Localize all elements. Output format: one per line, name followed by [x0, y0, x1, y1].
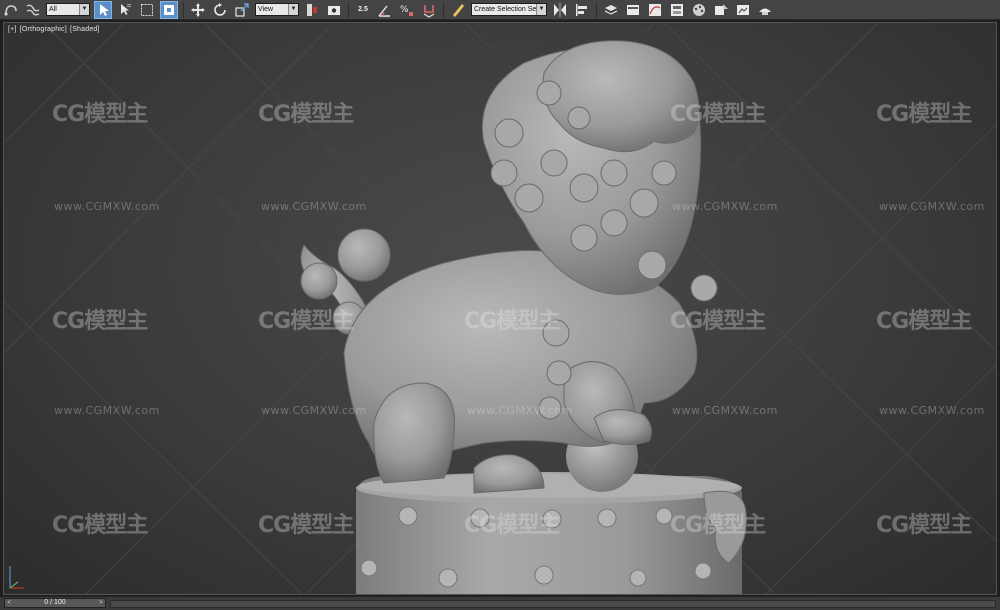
chevron-down-icon: ▼ [288, 4, 298, 15]
timeline-bar: < 0 / 100 > [0, 596, 1000, 610]
rotate-icon[interactable] [211, 1, 229, 19]
toolbar-separator [443, 1, 444, 18]
named-selection-dropdown[interactable]: Create Selection Se ▼ [471, 3, 547, 16]
watermark-logo: CG模型主 [670, 309, 766, 334]
render-icon[interactable] [756, 1, 774, 19]
rendered-frame-icon[interactable] [734, 1, 752, 19]
viewport-label[interactable]: [+] [Orthographic] [Shaded] [8, 26, 101, 33]
edit-named-selection-icon[interactable] [449, 1, 467, 19]
align-icon[interactable] [573, 1, 591, 19]
percent-snap-icon[interactable]: % [398, 1, 416, 19]
watermark-url: www.CGMXW.com [672, 404, 778, 417]
material-editor-icon[interactable] [690, 1, 708, 19]
watermark-logo: CG模型主 [52, 102, 148, 127]
reference-coord-dropdown[interactable]: View ▼ [255, 3, 299, 16]
chevron-down-icon: ▼ [536, 4, 546, 15]
viewport-menu-plus[interactable]: [+] [8, 26, 17, 33]
chevron-down-icon: ▼ [79, 4, 89, 15]
select-object-icon[interactable] [94, 0, 112, 19]
svg-text:%: % [400, 5, 409, 15]
named-selection-value: Create Selection Se [474, 6, 537, 13]
selection-filter-value: All [49, 6, 57, 13]
timeline-track[interactable] [110, 600, 996, 608]
rect-selection-icon[interactable] [138, 1, 156, 19]
watermark-url: www.CGMXW.com [54, 404, 160, 417]
main-toolbar: All ▼ View ▼ 2.5 % Create Selection Se ▼ [0, 0, 1000, 20]
watermark-url: www.CGMXW.com [672, 200, 778, 213]
watermark-url: www.CGMXW.com [261, 200, 367, 213]
watermark-logo: CG模型主 [52, 309, 148, 334]
spinner-snap-icon[interactable] [420, 1, 438, 19]
watermark-logo: CG模型主 [876, 513, 972, 538]
angle-snap-icon[interactable] [376, 1, 394, 19]
move-icon[interactable] [189, 1, 207, 19]
keyboard-shortcut-icon[interactable] [325, 1, 343, 19]
ribbon-icon[interactable] [624, 1, 642, 19]
layer-manager-icon[interactable] [602, 1, 620, 19]
next-frame-button[interactable]: > [97, 599, 105, 607]
select-link-icon[interactable] [2, 1, 20, 19]
watermark-url: www.CGMXW.com [467, 404, 573, 417]
watermark-logo: CG模型主 [670, 102, 766, 127]
watermark-logo: CG模型主 [464, 309, 560, 334]
toolbar-separator [348, 1, 349, 18]
watermark-url: www.CGMXW.com [54, 200, 160, 213]
snap-toggle-icon[interactable]: 2.5 [354, 1, 372, 19]
watermark-url: www.CGMXW.com [879, 200, 985, 213]
toolbar-separator [596, 1, 597, 18]
watermark-logo: CG模型主 [258, 102, 354, 127]
watermark-logo: CG模型主 [464, 513, 560, 538]
scale-icon[interactable] [233, 1, 251, 19]
render-setup-icon[interactable] [712, 1, 730, 19]
toolbar-separator [183, 1, 184, 18]
viewport-shading-menu[interactable]: [Shaded] [70, 26, 100, 33]
select-by-name-icon[interactable] [116, 1, 134, 19]
viewport-view-menu[interactable]: [Orthographic] [20, 26, 67, 33]
mirror-icon[interactable] [551, 1, 569, 19]
axis-gizmo-icon [9, 566, 24, 589]
watermark-url: www.CGMXW.com [879, 404, 985, 417]
reference-coord-value: View [258, 6, 274, 13]
curve-editor-icon[interactable] [646, 1, 664, 19]
time-slider[interactable]: < 0 / 100 > [4, 598, 106, 608]
lion-sculpture [300, 40, 718, 494]
schematic-view-icon[interactable] [668, 1, 686, 19]
watermark-url: www.CGMXW.com [261, 404, 367, 417]
watermark-logo: CG模型主 [876, 102, 972, 127]
perspective-viewport[interactable]: [+] [Orthographic] [Shaded] CG模型主 CG模型主 … [3, 22, 997, 595]
frame-display: 0 / 100 [44, 599, 66, 606]
pivot-icon[interactable] [303, 1, 321, 19]
selection-filter-dropdown[interactable]: All ▼ [46, 3, 90, 16]
watermark-logo: CG模型主 [670, 513, 766, 538]
watermark-logo: CG模型主 [876, 309, 972, 334]
watermark-logo: CG模型主 [258, 309, 354, 334]
snap-value: 2.5 [358, 6, 368, 13]
bind-spacewarp-icon[interactable] [24, 1, 42, 19]
watermark-logo: CG模型主 [258, 513, 354, 538]
watermark-logo: CG模型主 [52, 513, 148, 538]
window-crossing-icon[interactable] [160, 0, 178, 19]
prev-frame-button[interactable]: < [5, 599, 13, 607]
